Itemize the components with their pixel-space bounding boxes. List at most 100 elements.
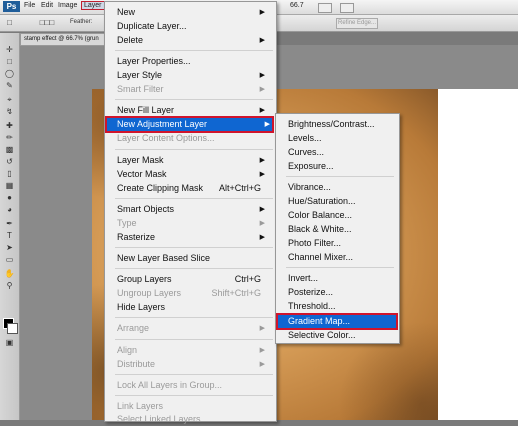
tools-panel: ✛ □ ◯ ✎ ⌖ ↯ ✚ ✏ ▩ ↺ ▯ ▦ ● ◕ ✒ T ➤ ▭ ✋ ⚲ … — [0, 33, 20, 420]
menu-separator — [115, 50, 273, 51]
menu-separator — [115, 99, 273, 100]
eyedropper-icon[interactable]: ↯ — [4, 107, 15, 116]
submenu-item-invert[interactable]: Invert... — [288, 272, 393, 285]
clone-stamp-icon[interactable]: ▩ — [4, 145, 15, 154]
menu-item-new-layer-based-slice[interactable]: New Layer Based Slice — [117, 252, 267, 265]
arrange-documents-icon[interactable] — [340, 3, 354, 13]
menu-separator — [115, 268, 273, 269]
menu-separator — [115, 149, 273, 150]
zoom-icon[interactable]: ⚲ — [4, 281, 15, 290]
menu-item-smart-objects[interactable]: Smart Objects ▶ — [117, 203, 267, 216]
document-tab[interactable]: stamp effect @ 66.7% (grun — [20, 33, 107, 46]
menu-item-create-clipping-mask[interactable]: Create Clipping Mask Alt+Ctrl+G — [117, 182, 267, 195]
shortcut-label: Alt+Ctrl+G — [218, 183, 261, 193]
menu-item-lock-all-layers: Lock All Layers in Group... — [117, 380, 223, 390]
eraser-icon[interactable]: ▯ — [4, 169, 15, 178]
marquee-icon[interactable]: □ — [4, 57, 15, 66]
submenu-item-exposure[interactable]: Exposure... — [288, 160, 393, 173]
submenu-arrow-icon: ▶ — [259, 206, 265, 213]
menu-layer[interactable]: Layer — [81, 1, 105, 10]
menu-separator — [286, 267, 394, 268]
photoshop-logo: Ps — [3, 1, 20, 12]
submenu-item-posterize[interactable]: Posterize... — [288, 286, 393, 299]
shortcut-label: Ctrl+G — [234, 274, 261, 284]
quick-mask-icon[interactable]: ▣ — [4, 338, 15, 347]
submenu-item-hue-saturation[interactable]: Hue/Saturation... — [288, 195, 393, 208]
submenu-item-levels[interactable]: Levels... — [288, 132, 393, 145]
menu-item-duplicate-layer[interactable]: Duplicate Layer... — [117, 20, 267, 33]
crop-icon[interactable]: ⌖ — [4, 95, 15, 104]
menu-edit[interactable]: Edit — [41, 2, 53, 9]
submenu-arrow-icon: ▶ — [259, 171, 265, 178]
menu-item-hide-layers[interactable]: Hide Layers — [117, 301, 267, 314]
menu-item-layer-mask[interactable]: Layer Mask ▶ — [117, 154, 267, 167]
refine-edge-button[interactable]: Refine Edge... — [336, 18, 378, 29]
pen-icon[interactable]: ✒ — [4, 219, 15, 228]
menu-item-layer-content-options: Layer Content Options... — [117, 133, 215, 143]
menu-item-layer-style[interactable]: Layer Style ▶ — [117, 69, 267, 82]
submenu-item-selective-color[interactable]: Selective Color... — [288, 329, 393, 342]
hand-icon[interactable]: ✋ — [4, 269, 15, 278]
menu-item-layer-properties[interactable]: Layer Properties... — [117, 55, 267, 68]
menu-item-type: Type ▶ — [117, 218, 265, 228]
submenu-item-gradient-map[interactable]: Gradient Map... — [276, 313, 398, 330]
submenu-item-black-white[interactable]: Black & White... — [288, 223, 393, 236]
feather-label: Feather: — [70, 19, 93, 25]
submenu-item-channel-mixer[interactable]: Channel Mixer... — [288, 251, 393, 264]
background-color-swatch[interactable] — [7, 323, 18, 334]
shortcut-label: Shift+Ctrl+G — [211, 288, 261, 298]
menu-file[interactable]: File — [24, 2, 35, 9]
selection-mode-icons[interactable]: □□□ — [32, 18, 62, 27]
submenu-item-brightness-contrast[interactable]: Brightness/Contrast... — [288, 118, 393, 131]
submenu-item-photo-filter[interactable]: Photo Filter... — [288, 237, 393, 250]
healing-brush-icon[interactable]: ✚ — [4, 121, 15, 130]
menu-item-ungroup-layers: Ungroup Layers Shift+Ctrl+G — [117, 288, 261, 298]
menu-item-link-layers: Link Layers — [117, 401, 164, 411]
menu-item-delete[interactable]: Delete ▶ — [117, 34, 267, 47]
menu-separator — [115, 374, 273, 375]
blur-icon[interactable]: ● — [4, 193, 15, 202]
submenu-arrow-icon: ▶ — [259, 72, 265, 79]
menu-item-distribute: Distribute ▶ — [117, 359, 265, 369]
submenu-item-vibrance[interactable]: Vibrance... — [288, 181, 393, 194]
menu-item-smart-filter: Smart Filter ▶ — [117, 84, 265, 94]
move-icon[interactable]: ✛ — [4, 45, 15, 54]
menu-item-new-adjustment-layer[interactable]: New Adjustment Layer ▶ — [105, 116, 274, 133]
submenu-arrow-icon: ▶ — [259, 325, 265, 332]
menu-separator — [115, 339, 273, 340]
submenu-item-curves[interactable]: Curves... — [288, 146, 393, 159]
menu-separator — [115, 198, 273, 199]
menu-item-new[interactable]: New ▶ — [117, 6, 267, 19]
gradient-icon[interactable]: ▦ — [4, 181, 15, 190]
submenu-arrow-icon: ▶ — [259, 361, 265, 368]
lasso-icon[interactable]: ◯ — [4, 69, 15, 78]
type-icon[interactable]: T — [4, 231, 15, 240]
submenu-arrow-icon: ▶ — [259, 234, 265, 241]
path-select-icon[interactable]: ➤ — [4, 243, 15, 252]
zoom-level[interactable]: 66.7 — [290, 2, 304, 9]
submenu-item-color-balance[interactable]: Color Balance... — [288, 209, 393, 222]
menu-separator — [115, 247, 273, 248]
menu-image[interactable]: Image — [58, 2, 77, 9]
submenu-arrow-icon: ▶ — [259, 347, 265, 354]
submenu-arrow-icon: ▶ — [259, 107, 265, 114]
layer-menu: New ▶ Duplicate Layer... Delete ▶ Layer Pr… — [104, 1, 277, 424]
menu-item-new-fill-layer[interactable]: New Fill Layer ▶ — [117, 104, 267, 117]
brush-icon[interactable]: ✏ — [4, 133, 15, 142]
quick-select-icon[interactable]: ✎ — [4, 81, 15, 90]
menu-item-vector-mask[interactable]: Vector Mask ▶ — [117, 168, 267, 181]
marquee-preset-icon[interactable]: □ — [4, 18, 15, 27]
menu-separator — [115, 395, 273, 396]
menu-separator — [115, 317, 273, 318]
submenu-arrow-icon: ▶ — [259, 37, 265, 44]
shape-icon[interactable]: ▭ — [4, 255, 15, 264]
menu-item-align: Align ▶ — [117, 345, 265, 355]
submenu-arrow-icon: ▶ — [264, 121, 270, 128]
screen-mode-icon[interactable] — [318, 3, 332, 13]
menu-item-rasterize[interactable]: Rasterize ▶ — [117, 231, 267, 244]
menu-item-group-layers[interactable]: Group Layers Ctrl+G — [117, 273, 267, 286]
submenu-arrow-icon: ▶ — [259, 220, 265, 227]
dodge-icon[interactable]: ◕ — [4, 205, 15, 214]
history-brush-icon[interactable]: ↺ — [4, 157, 15, 166]
submenu-item-threshold[interactable]: Threshold... — [288, 300, 393, 313]
